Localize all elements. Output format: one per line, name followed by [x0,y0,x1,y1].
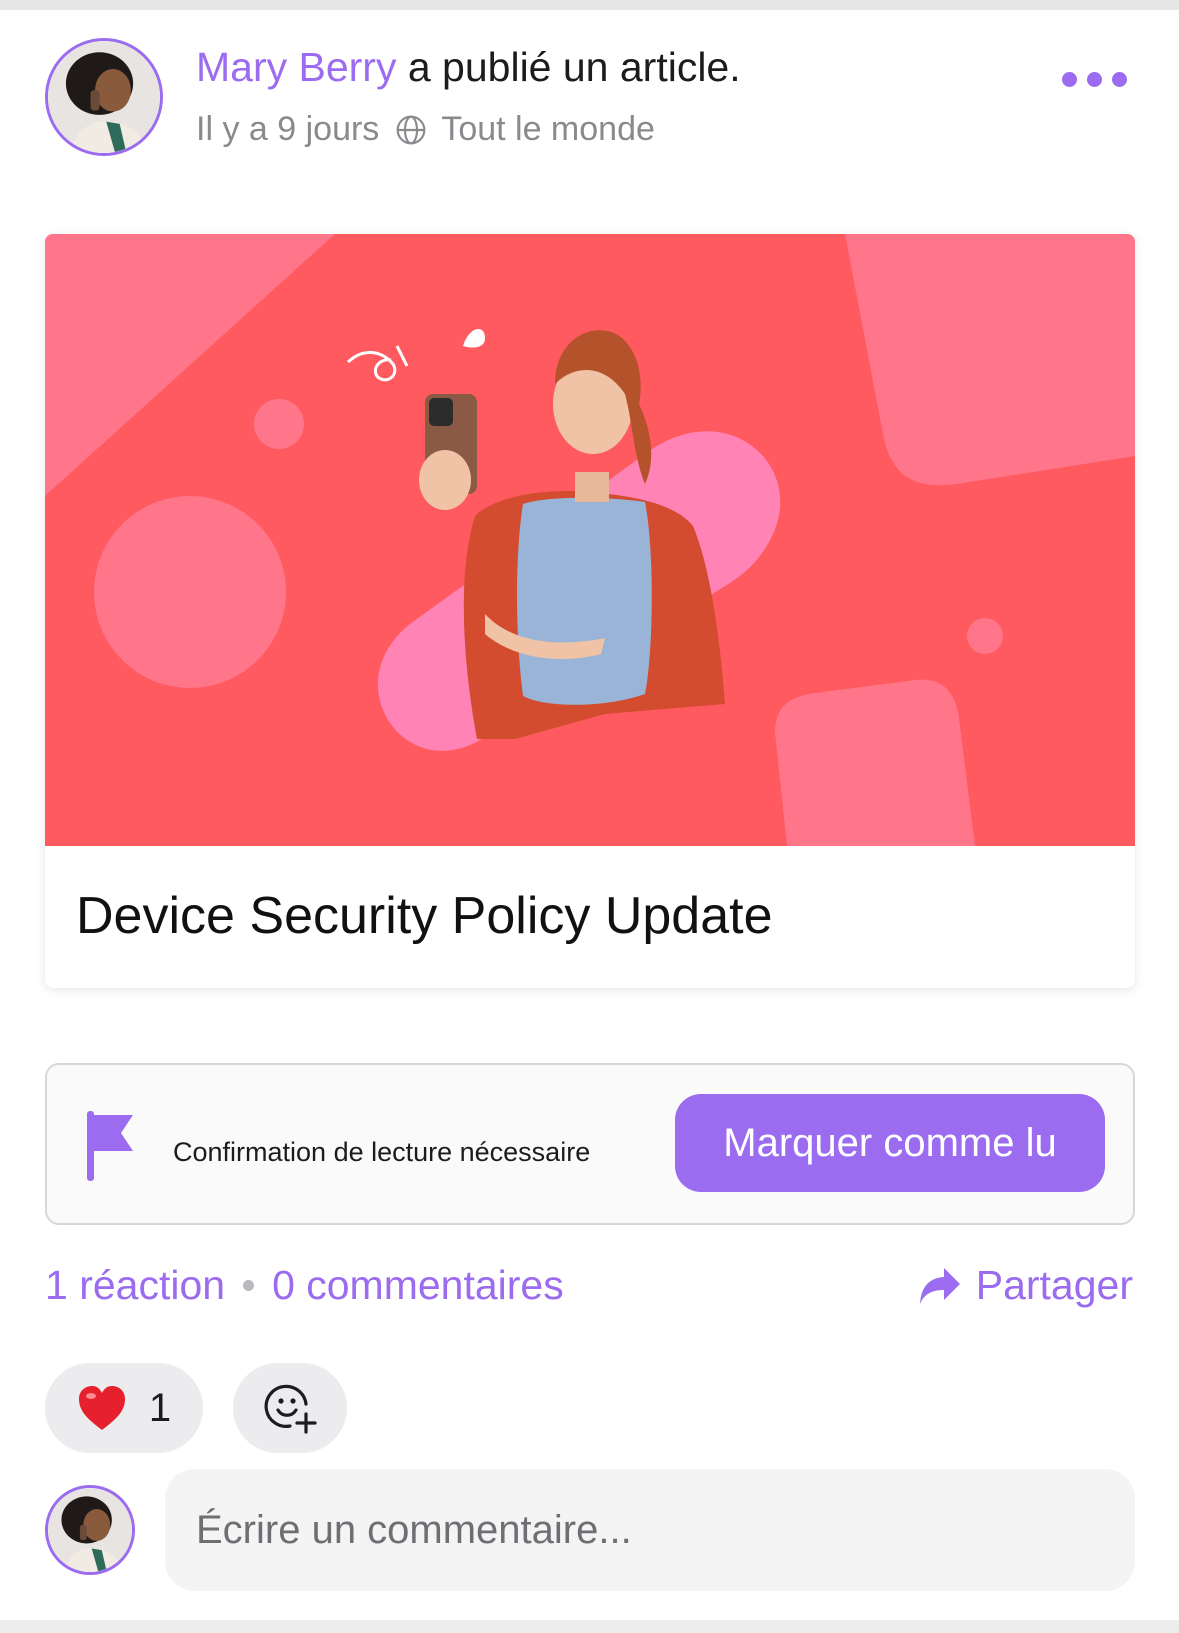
more-dots-icon[interactable] [1062,72,1127,87]
share-arrow-icon [919,1267,960,1304]
read-confirmation-label: Confirmation de lecture nécessaire [173,1137,591,1167]
share-button[interactable]: Partager [918,1262,1133,1309]
reaction-count-link[interactable]: 1 réaction [45,1262,225,1309]
article-card[interactable]: Device Security Policy Update [45,234,1135,988]
comment-count-link[interactable]: 0 commentaires [272,1262,564,1309]
heart-emoji-icon [78,1386,125,1430]
avatar-photo [48,1488,132,1572]
post-audience[interactable]: Tout le monde [441,110,655,149]
article-title[interactable]: Device Security Policy Update [76,886,773,946]
heart-reaction-pill[interactable]: 1 [45,1363,203,1453]
top-divider [0,0,1179,10]
current-user-avatar [45,1485,135,1575]
bottom-divider [0,1620,1179,1633]
more-dot [1062,72,1077,87]
post-action-text: a publié un article. [396,44,741,90]
globe-icon [396,115,426,144]
add-reaction-icon [264,1384,317,1434]
author-name-link[interactable]: Mary Berry [196,44,396,90]
avatar-photo [48,41,160,153]
read-confirmation-panel: Confirmation de lecture nécessaire Marqu… [45,1063,1135,1225]
more-dot [1087,72,1102,87]
author-avatar[interactable] [45,38,163,156]
mark-as-read-button[interactable]: Marquer comme lu [675,1094,1105,1192]
more-dot [1112,72,1127,87]
engagement-stats: 1 réaction 0 commentaires [45,1262,564,1309]
post-time: Il y a 9 jours [196,110,380,148]
post-headline: Mary Berry a publié un article. [196,44,741,91]
add-reaction-button[interactable] [233,1363,347,1453]
post-meta: Il y a 9 jours Tout le monde [196,110,655,149]
heart-reaction-count: 1 [148,1385,172,1430]
flag-icon [87,1111,133,1181]
article-hero-image [45,234,1135,846]
comment-input[interactable] [165,1469,1135,1591]
separator-dot [243,1280,255,1291]
share-label: Partager [975,1262,1133,1308]
